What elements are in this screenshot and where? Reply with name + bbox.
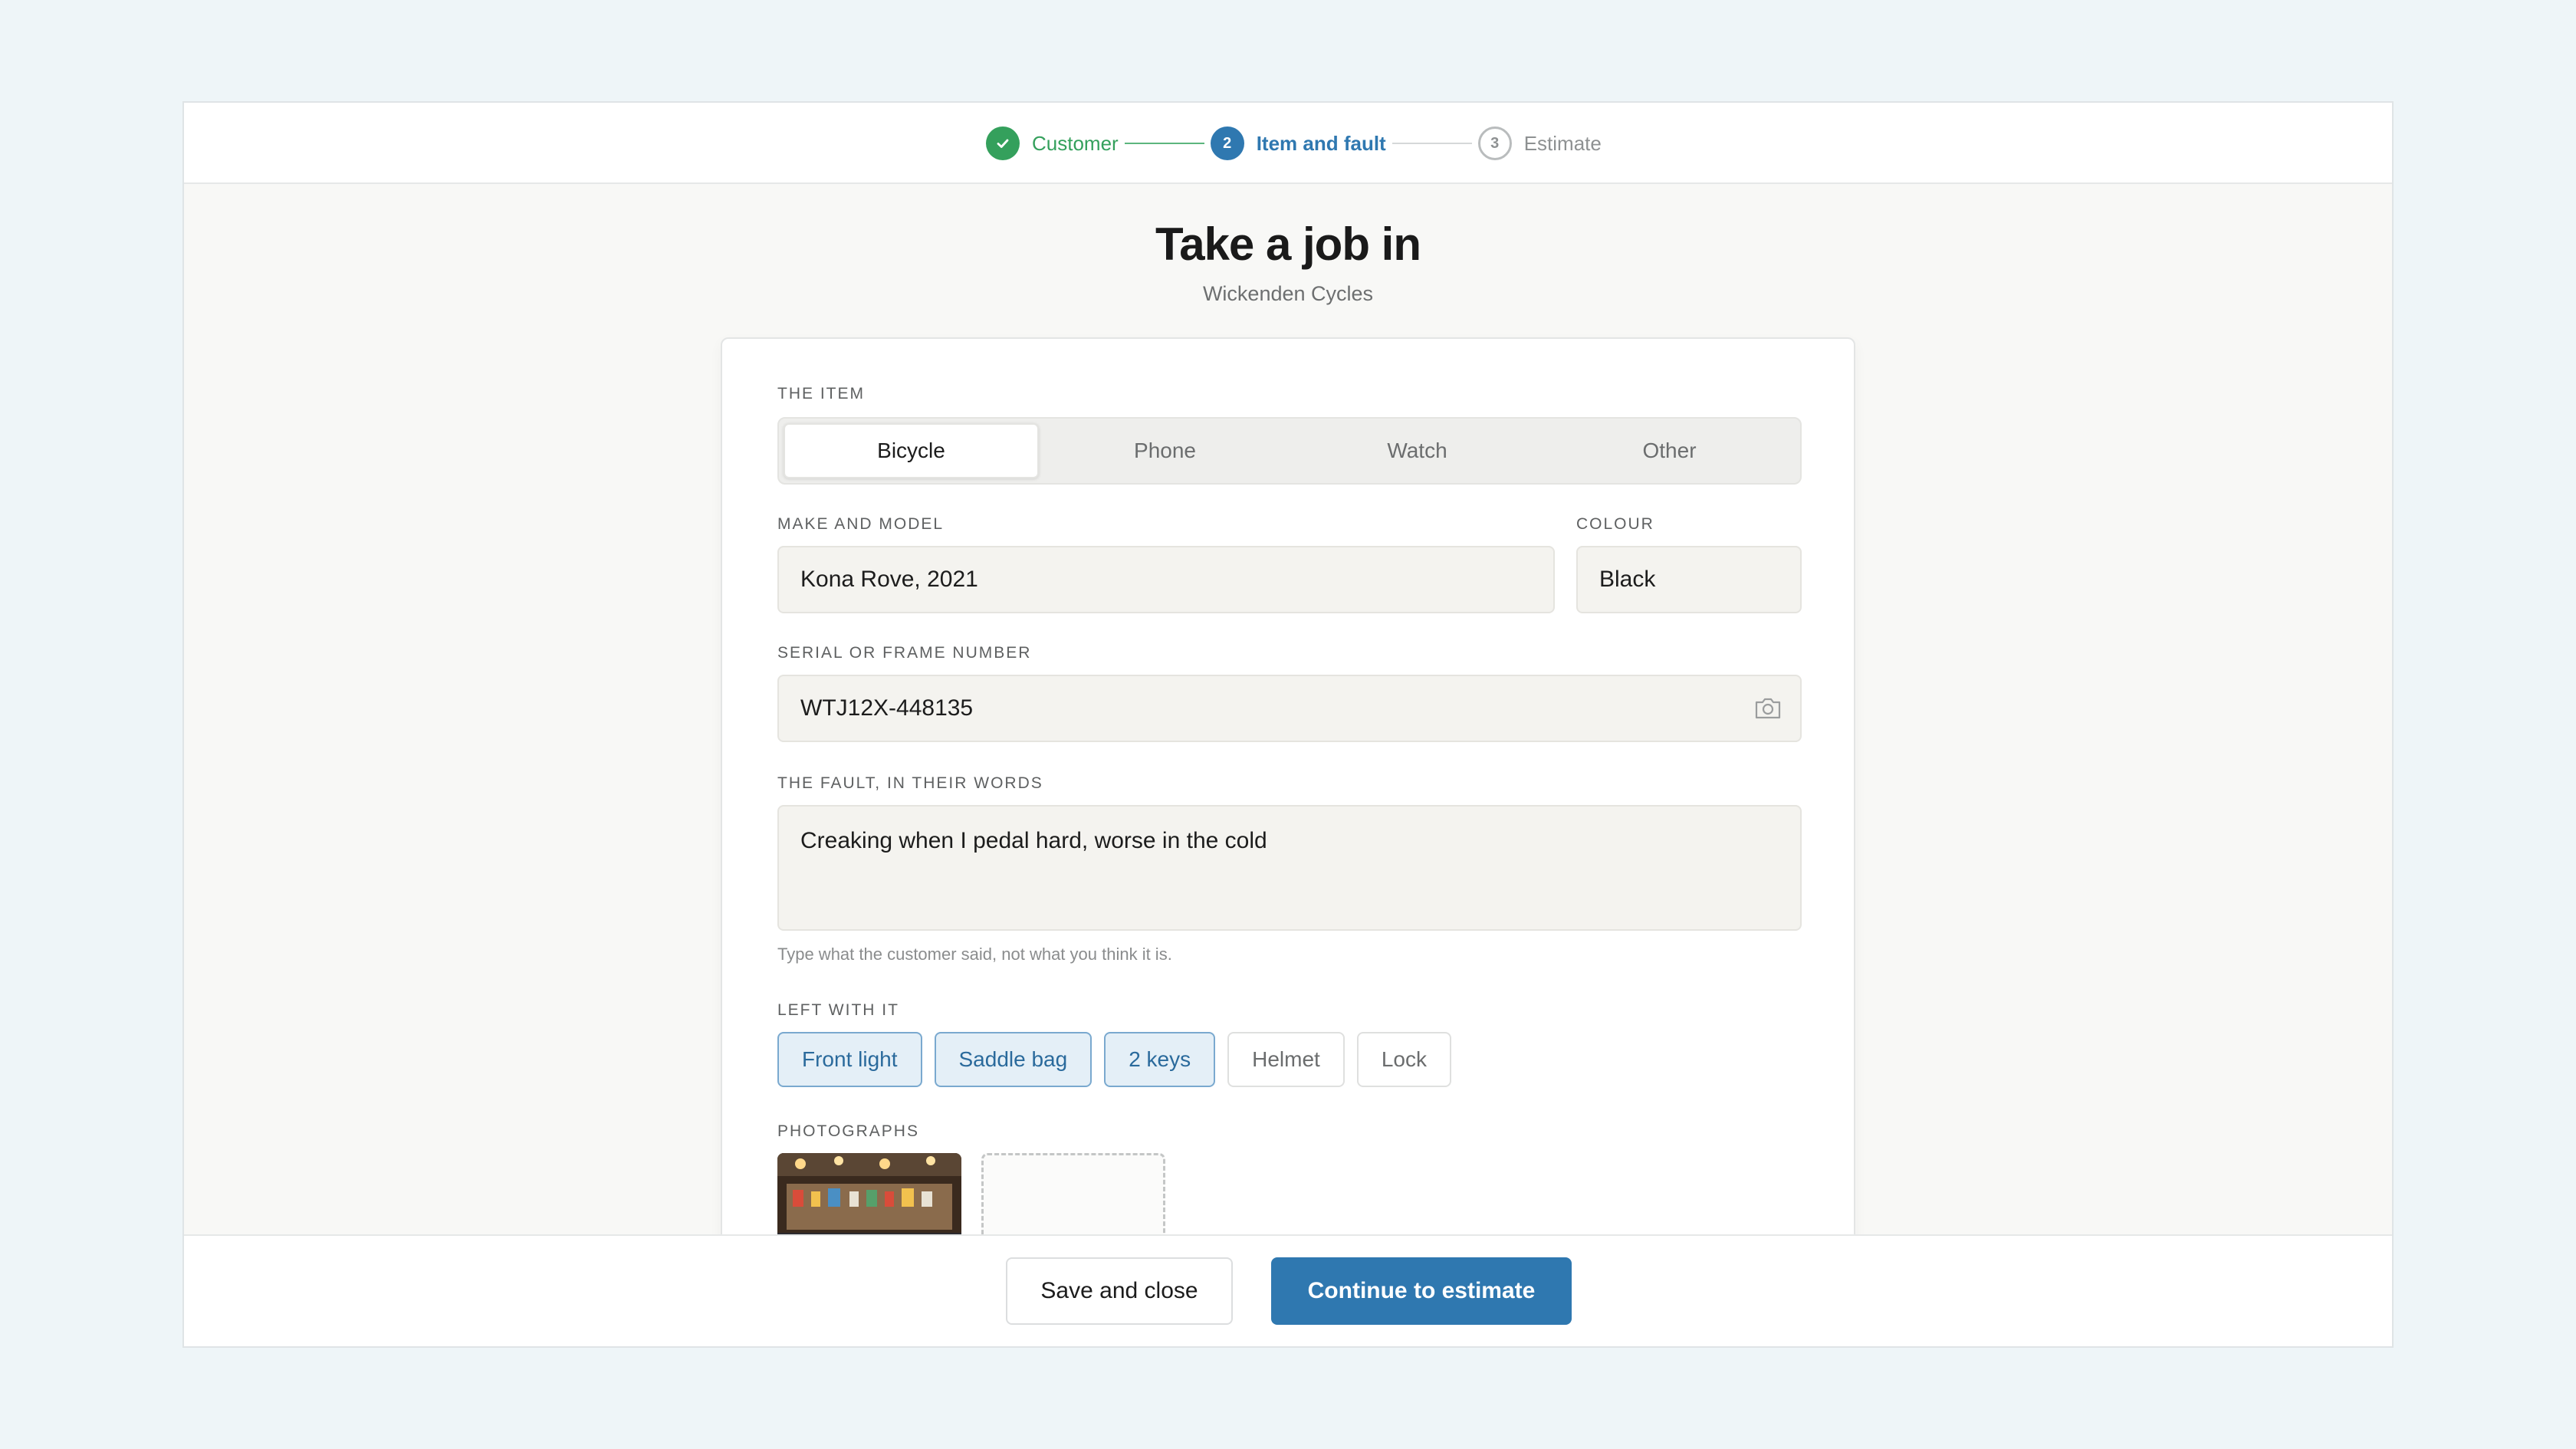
step-number: 3 bbox=[1477, 127, 1512, 160]
page-subtitle: Wickenden Cycles bbox=[1202, 282, 1374, 305]
left-with-it-label: Left with it bbox=[777, 1001, 899, 1019]
chip-lock[interactable]: Lock bbox=[1356, 1032, 1451, 1087]
stepper-bar: Customer 2 Item and fault 3 Estimate bbox=[184, 103, 2392, 184]
item-option-phone[interactable]: Phone bbox=[1039, 423, 1291, 478]
chip-saddle-bag[interactable]: Saddle bag bbox=[934, 1032, 1092, 1087]
step-label: Customer bbox=[1032, 131, 1119, 155]
step-label: Item and fault bbox=[1256, 131, 1386, 155]
colour-input[interactable]: Black bbox=[1576, 546, 1802, 613]
item-type-selector: Bicycle Phone Watch Other bbox=[777, 417, 1802, 485]
step-estimate[interactable]: 3 Estimate bbox=[1477, 127, 1602, 160]
check-icon bbox=[986, 127, 1020, 160]
serial-input[interactable]: WTJ12X-448135 bbox=[777, 675, 1802, 742]
make-model-label: Make and model bbox=[777, 515, 945, 533]
serial-value: WTJ12X-448135 bbox=[800, 695, 974, 721]
camera-icon[interactable] bbox=[1754, 696, 1782, 721]
step-connector bbox=[1124, 143, 1204, 144]
stepper: Customer 2 Item and fault 3 Estimate bbox=[986, 126, 1602, 161]
item-option-watch[interactable]: Watch bbox=[1291, 423, 1543, 478]
app-window: Customer 2 Item and fault 3 Estimate Tak… bbox=[182, 101, 2394, 1348]
step-customer[interactable]: Customer bbox=[986, 127, 1119, 160]
continue-to-estimate-button[interactable]: Continue to estimate bbox=[1271, 1257, 1572, 1325]
serial-label: Serial or frame number bbox=[777, 644, 1032, 662]
fault-label: The fault, in their words bbox=[777, 774, 1043, 792]
item-option-bicycle[interactable]: Bicycle bbox=[784, 423, 1039, 478]
footer-bar: Save and close Continue to estimate bbox=[184, 1234, 2392, 1346]
photographs-label: Photographs bbox=[777, 1122, 919, 1140]
fault-hint: Type what the customer said, not what yo… bbox=[777, 945, 1172, 964]
save-and-close-button[interactable]: Save and close bbox=[1006, 1257, 1233, 1325]
form-card: The item Bicycle Phone Watch Other Make … bbox=[721, 337, 1855, 1346]
step-item-and-fault[interactable]: 2 Item and fault bbox=[1210, 127, 1386, 160]
item-option-other[interactable]: Other bbox=[1543, 423, 1796, 478]
fault-textarea[interactable]: Creaking when I pedal hard, worse in the… bbox=[777, 805, 1802, 931]
make-model-input[interactable]: Kona Rove, 2021 bbox=[777, 546, 1555, 613]
page-title: Take a job in bbox=[1155, 219, 1421, 270]
step-connector bbox=[1392, 143, 1472, 144]
step-number: 2 bbox=[1210, 127, 1244, 160]
colour-label: Colour bbox=[1576, 515, 1654, 533]
chip-helmet[interactable]: Helmet bbox=[1227, 1032, 1345, 1087]
step-label: Estimate bbox=[1523, 131, 1602, 155]
item-label: The item bbox=[777, 385, 865, 402]
chip-front-light[interactable]: Front light bbox=[777, 1032, 922, 1087]
chip-2-keys[interactable]: 2 keys bbox=[1104, 1032, 1216, 1087]
left-with-it-chips: Front light Saddle bag 2 keys Helmet Loc… bbox=[777, 1032, 1464, 1087]
